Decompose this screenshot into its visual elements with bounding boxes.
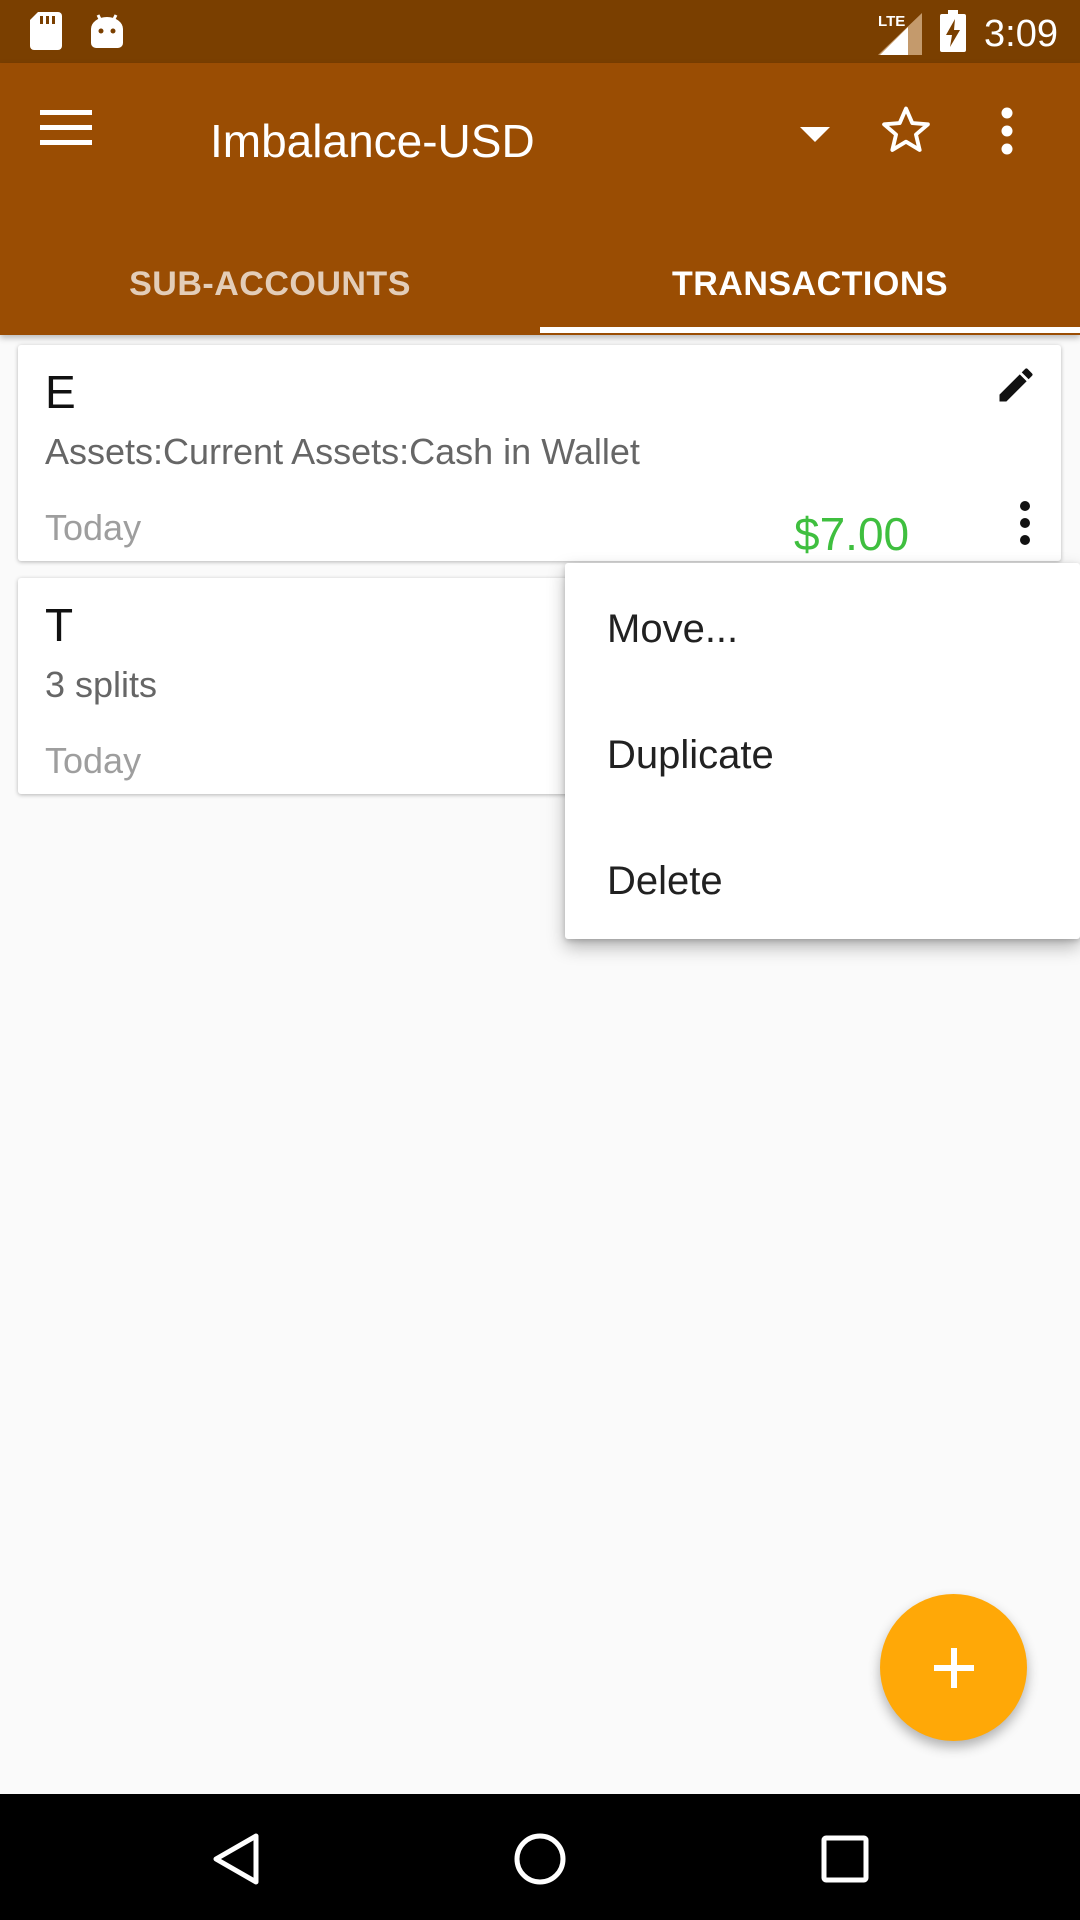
- back-triangle-icon[interactable]: [200, 1824, 270, 1894]
- tab-indicator: [540, 327, 1080, 333]
- transaction-title: T: [45, 599, 74, 651]
- recents-square-icon[interactable]: [810, 1824, 880, 1894]
- clock: 3:09: [984, 12, 1058, 55]
- navigation-bar: [0, 1794, 1080, 1920]
- pencil-icon[interactable]: [994, 363, 1042, 411]
- menu-item-duplicate[interactable]: Duplicate: [565, 692, 1080, 818]
- signal-icon: LTE: [878, 12, 923, 55]
- app-bar: Imbalance-USD SUB-ACCOUNTS TRANSACTIONS: [0, 63, 1080, 335]
- transaction-amount: $7.00: [794, 508, 910, 560]
- page-title[interactable]: Imbalance-USD: [210, 113, 535, 169]
- battery-charging-icon: [940, 10, 967, 57]
- tab-transactions[interactable]: TRANSACTIONS: [540, 233, 1080, 335]
- overflow-menu-icon[interactable]: [1018, 500, 1048, 556]
- transaction-splits: 3 splits: [45, 664, 158, 705]
- menu-item-move[interactable]: Move...: [565, 566, 1080, 692]
- status-bar: LTE 3:09: [0, 0, 1080, 63]
- transaction-card[interactable]: E Assets:Current Assets:Cash in Wallet T…: [18, 345, 1061, 561]
- sd-card-icon: [30, 12, 62, 55]
- tab-bar: SUB-ACCOUNTS TRANSACTIONS: [0, 233, 1080, 335]
- status-notifications: [30, 12, 124, 55]
- home-circle-icon[interactable]: [505, 1824, 575, 1894]
- menu-item-delete[interactable]: Delete: [565, 818, 1080, 944]
- add-transaction-button[interactable]: [880, 1594, 1027, 1741]
- context-menu: Move... Duplicate Delete: [565, 563, 1080, 939]
- status-system: LTE 3:09: [878, 10, 1058, 57]
- transaction-account: Assets:Current Assets:Cash in Wallet: [45, 431, 640, 472]
- plus-icon: [933, 1647, 974, 1688]
- transaction-title: E: [45, 366, 76, 418]
- overflow-menu-icon[interactable]: [1000, 107, 1014, 169]
- transaction-date: Today: [45, 740, 142, 781]
- star-outline-icon[interactable]: [880, 105, 942, 167]
- android-icon: [90, 13, 124, 54]
- hamburger-menu-icon[interactable]: [40, 108, 106, 156]
- tab-sub-accounts[interactable]: SUB-ACCOUNTS: [0, 233, 540, 335]
- transaction-date: Today: [45, 507, 142, 548]
- dropdown-arrow-icon[interactable]: [800, 127, 834, 157]
